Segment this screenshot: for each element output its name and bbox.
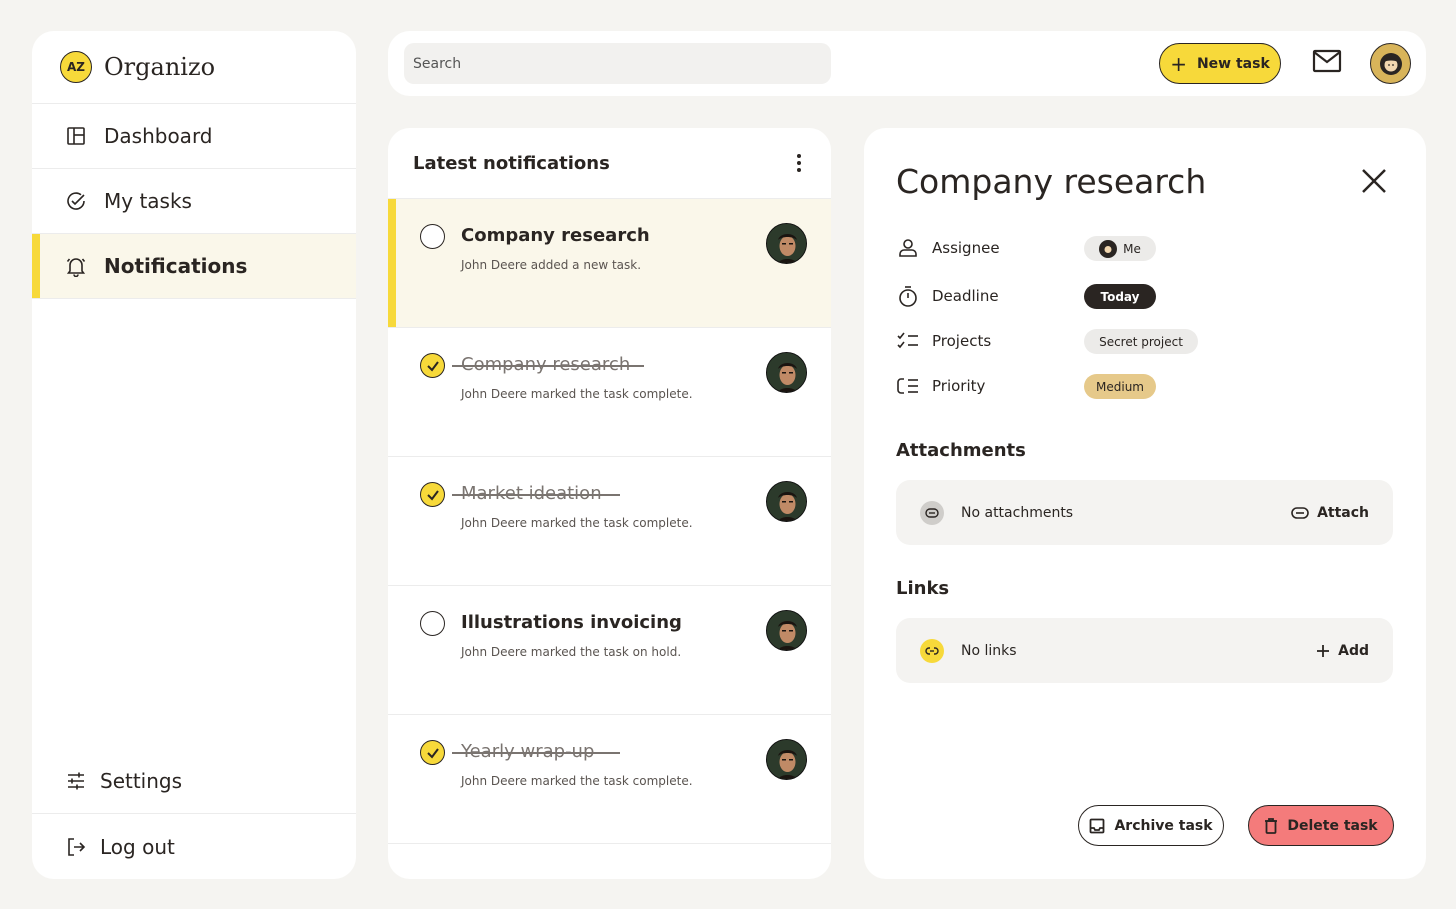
task-detail-panel: Company research Assignee Me Deadline To… xyxy=(864,128,1426,879)
avatar[interactable] xyxy=(1370,43,1411,84)
avatar xyxy=(766,481,807,522)
priority-label: Priority xyxy=(932,377,986,395)
notifications-title: Latest notifications xyxy=(413,152,610,174)
new-task-button[interactable]: + New task xyxy=(1159,43,1281,84)
sidebar-item-dashboard[interactable]: Dashboard xyxy=(32,104,356,169)
notification-description: John Deere marked the task complete. xyxy=(461,774,693,788)
attachments-box: No attachments Attach xyxy=(896,480,1393,545)
plus-icon xyxy=(1316,644,1330,658)
strikethrough xyxy=(452,752,620,754)
task-checkbox[interactable] xyxy=(420,611,445,636)
links-box: No links Add xyxy=(896,618,1393,683)
strikethrough xyxy=(452,365,644,367)
trash-icon xyxy=(1264,817,1278,834)
links-empty-text: No links xyxy=(961,642,1017,659)
archive-task-label: Archive task xyxy=(1114,817,1213,834)
assignee-value: Me xyxy=(1123,241,1141,256)
plus-icon: + xyxy=(1170,51,1187,76)
task-checkbox[interactable] xyxy=(420,353,445,378)
inbox-icon xyxy=(1089,818,1105,834)
projects-label: Projects xyxy=(932,332,992,350)
notification-item[interactable]: Illustrations invoicing John Deere marke… xyxy=(388,586,831,715)
bell-icon xyxy=(64,254,88,278)
sidebar-item-label: Notifications xyxy=(104,254,248,278)
notification-description: John Deere marked the task complete. xyxy=(461,516,693,530)
topbar: + New task xyxy=(388,31,1426,96)
sidebar-item-label: Settings xyxy=(100,769,183,793)
priority-pill[interactable]: Medium xyxy=(1084,374,1156,399)
strikethrough xyxy=(452,494,620,496)
more-options-icon[interactable] xyxy=(787,151,811,175)
search-input[interactable] xyxy=(404,43,831,84)
logout-icon xyxy=(64,835,88,859)
notification-item[interactable]: Yearly wrap-up John Deere marked the tas… xyxy=(388,715,831,844)
project-pill[interactable]: Secret project xyxy=(1084,329,1198,354)
notification-description: John Deere added a new task. xyxy=(461,258,642,272)
attach-button[interactable]: Attach xyxy=(1291,505,1369,521)
notification-description: John Deere marked the task complete. xyxy=(461,387,693,401)
avatar xyxy=(766,352,807,393)
mail-icon[interactable] xyxy=(1312,48,1346,78)
add-link-label: Add xyxy=(1338,642,1369,659)
sidebar-item-label: Log out xyxy=(100,834,175,859)
checklist-icon xyxy=(896,329,920,353)
task-checkbox[interactable] xyxy=(420,224,445,249)
sidebar-item-label: My tasks xyxy=(104,189,192,213)
delete-task-label: Delete task xyxy=(1287,817,1378,834)
assignee-pill[interactable]: Me xyxy=(1084,236,1156,261)
task-checkbox[interactable] xyxy=(420,740,445,765)
avatar xyxy=(766,223,807,264)
archive-task-button[interactable]: Archive task xyxy=(1078,805,1224,846)
attachments-title: Attachments xyxy=(896,440,1026,461)
paperclip-icon xyxy=(920,500,944,525)
assignee-row: Assignee xyxy=(896,233,1000,263)
logo-icon: AZ xyxy=(60,51,92,83)
notification-task-title: Company research xyxy=(461,225,650,246)
attach-label: Attach xyxy=(1317,504,1369,521)
notification-item[interactable]: Company research John Deere added a new … xyxy=(388,199,831,328)
sidebar-item-notifications[interactable]: Notifications xyxy=(32,234,356,299)
sidebar-item-logout[interactable]: Log out xyxy=(32,814,356,879)
add-link-button[interactable]: Add xyxy=(1316,643,1369,659)
avatar xyxy=(1099,239,1118,258)
notification-description: John Deere marked the task on hold. xyxy=(461,645,682,659)
assignee-label: Assignee xyxy=(932,239,1000,257)
brand[interactable]: AZ Organizo xyxy=(32,31,356,104)
link-icon xyxy=(920,638,944,663)
notification-item[interactable]: Company research John Deere marked the t… xyxy=(388,328,831,457)
close-icon[interactable] xyxy=(1359,166,1389,196)
projects-row: Projects xyxy=(896,326,991,356)
notification-item[interactable]: Market ideation John Deere marked the ta… xyxy=(388,457,831,586)
delete-task-button[interactable]: Delete task xyxy=(1248,805,1394,846)
sidebar-item-settings[interactable]: Settings xyxy=(32,749,356,814)
deadline-row: Deadline xyxy=(896,281,999,311)
links-title: Links xyxy=(896,578,950,599)
sliders-icon xyxy=(64,769,88,793)
priority-icon xyxy=(896,374,920,398)
notification-task-title: Illustrations invoicing xyxy=(461,612,682,633)
layout-icon xyxy=(64,124,88,148)
task-title: Company research xyxy=(896,162,1207,201)
priority-row: Priority xyxy=(896,371,985,401)
paperclip-icon xyxy=(1291,506,1309,519)
stopwatch-icon xyxy=(896,284,920,308)
task-checkbox[interactable] xyxy=(420,482,445,507)
notifications-header: Latest notifications xyxy=(388,128,831,199)
new-task-label: New task xyxy=(1196,55,1270,72)
sidebar: AZ Organizo Dashboard My tasks Notificat… xyxy=(32,31,356,879)
app-name: Organizo xyxy=(104,53,216,81)
attachments-empty-text: No attachments xyxy=(961,504,1074,521)
sidebar-item-my-tasks[interactable]: My tasks xyxy=(32,169,356,234)
avatar xyxy=(766,739,807,780)
notifications-panel: Latest notifications Company research Jo… xyxy=(388,128,831,879)
sidebar-item-label: Dashboard xyxy=(104,124,213,148)
check-circle-icon xyxy=(64,189,88,213)
avatar xyxy=(766,610,807,651)
deadline-pill[interactable]: Today xyxy=(1084,284,1156,309)
deadline-label: Deadline xyxy=(932,287,999,305)
user-icon xyxy=(896,236,920,260)
